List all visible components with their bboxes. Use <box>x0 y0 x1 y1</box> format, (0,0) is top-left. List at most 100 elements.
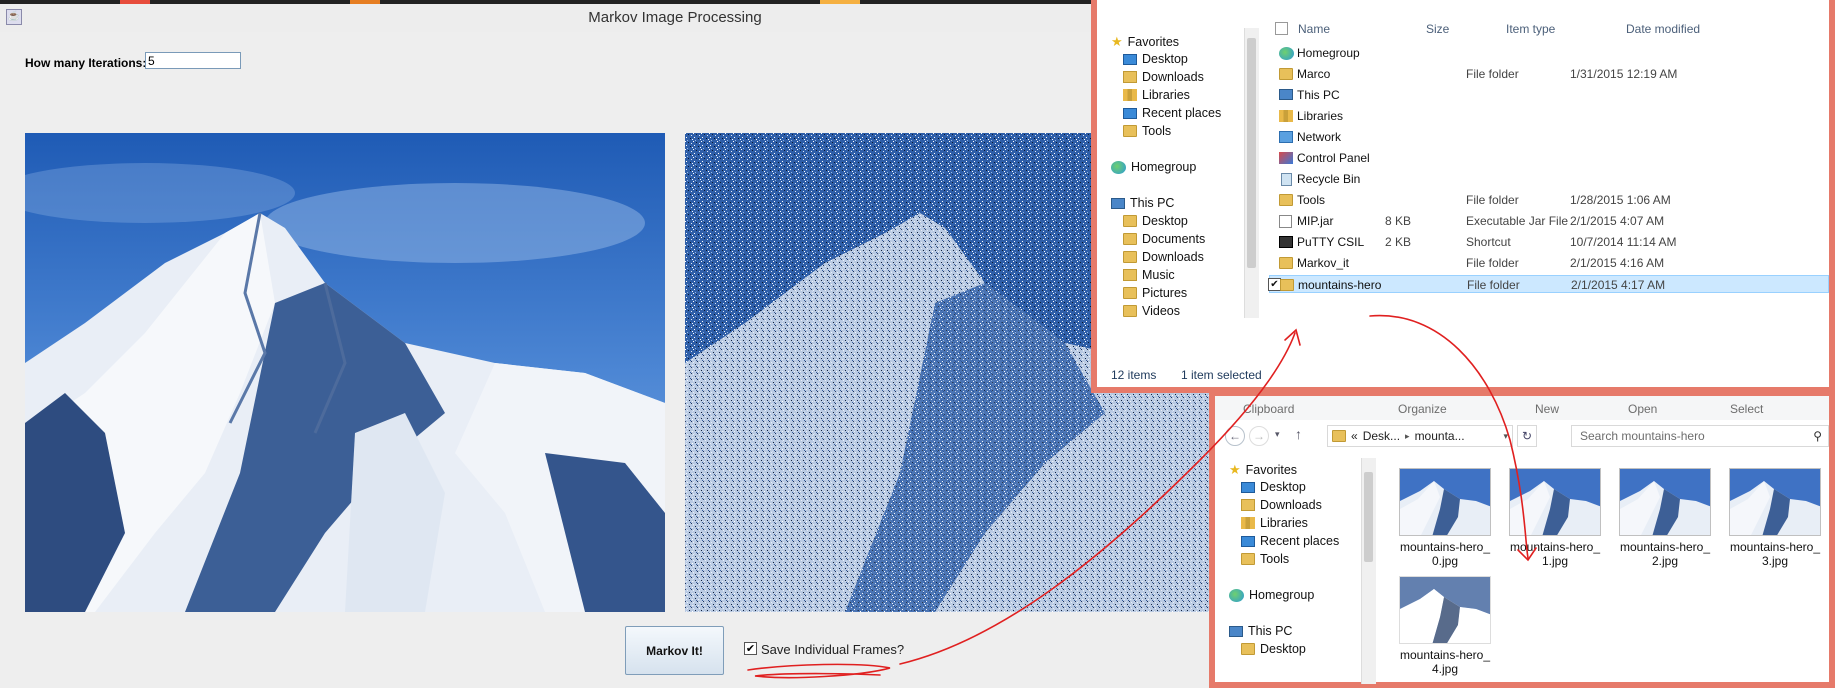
caption-line: 4.jpg <box>1431 662 1459 676</box>
file-row[interactable]: MIP.jar 8 KB Executable Jar File 2/1/2015 4… <box>1269 212 1829 230</box>
caption-line: 2.jpg <box>1651 554 1679 568</box>
nav2-pc-desktop[interactable]: Desktop <box>1241 642 1306 656</box>
file-row[interactable]: Markov_it File folder 2/1/2015 4:16 AM <box>1269 254 1829 272</box>
star-icon: ★ <box>1111 34 1123 49</box>
file-name: Control Panel <box>1297 151 1370 165</box>
file-row[interactable]: Marco File folder 1/31/2015 12:19 AM <box>1269 65 1829 83</box>
computer-icon <box>1229 625 1243 637</box>
nav-pc-desktop[interactable]: Desktop <box>1123 214 1188 228</box>
scrollbar-thumb[interactable] <box>1247 38 1256 268</box>
address-box[interactable]: « Desk... ▸ mounta... ▾ <box>1327 425 1513 447</box>
recent-places-icon <box>1241 535 1255 547</box>
image-thumbnail[interactable]: mountains-hero_ 0.jpg <box>1399 468 1491 568</box>
folder-icon <box>1123 233 1137 245</box>
image-thumbnail[interactable]: mountains-hero_ 2.jpg <box>1619 468 1711 568</box>
libraries-icon <box>1123 89 1137 101</box>
search-input[interactable]: Search mountains-hero ⚲ <box>1571 425 1829 447</box>
ribbon-group-labels: Clipboard Organize New Open Select <box>1215 396 1829 421</box>
recent-dropdown-icon[interactable]: ▾ <box>1275 429 1280 440</box>
up-arrow-icon[interactable]: ↑ <box>1295 426 1302 442</box>
nav2-downloads[interactable]: Downloads <box>1241 498 1322 512</box>
jar-icon <box>1279 215 1292 228</box>
nav-favorites[interactable]: ★ Favorites <box>1111 34 1179 50</box>
file-name: PuTTY CSIL <box>1297 235 1365 249</box>
refresh-icon[interactable]: ↻ <box>1517 425 1537 447</box>
downloads-icon <box>1241 499 1255 511</box>
forward-arrow-icon[interactable]: → <box>1249 426 1269 446</box>
chevron-down-icon[interactable]: ▾ <box>1503 431 1508 442</box>
nav-recent-places[interactable]: Recent places <box>1123 106 1221 120</box>
column-name[interactable]: Name <box>1298 22 1330 36</box>
thumbnail-caption: mountains-hero_ 0.jpg <box>1399 540 1491 568</box>
nav2-scrollbar[interactable] <box>1361 458 1376 684</box>
column-size[interactable]: Size <box>1426 22 1449 36</box>
iterations-input[interactable] <box>145 52 241 69</box>
nav-pc-pictures[interactable]: Pictures <box>1123 286 1187 300</box>
nav-libraries[interactable]: Libraries <box>1123 88 1190 102</box>
ribbon-new: New <box>1535 402 1560 416</box>
file-row[interactable]: Homegroup <box>1269 44 1829 62</box>
file-name: Markov_it <box>1297 256 1350 270</box>
nav-desktop[interactable]: Desktop <box>1123 52 1188 66</box>
nav-pc-documents[interactable]: Documents <box>1123 232 1205 246</box>
image-thumbnail[interactable]: mountains-hero_ 3.jpg <box>1729 468 1821 568</box>
file-date: 2/1/2015 4:07 AM <box>1570 214 1665 228</box>
folder-icon <box>1241 643 1255 655</box>
breadcrumb-mountains[interactable]: mounta... <box>1415 429 1465 443</box>
file-row[interactable]: PuTTY CSIL 2 KB Shortcut 10/7/2014 11:14 AM <box>1269 233 1829 251</box>
nav-scrollbar[interactable] <box>1244 28 1259 318</box>
breadcrumb-desktop[interactable]: Desk... <box>1363 429 1400 443</box>
caption-line: 1.jpg <box>1541 554 1569 568</box>
thumbnail-image <box>1399 468 1491 536</box>
scrollbar-thumb[interactable] <box>1364 472 1373 562</box>
file-row[interactable]: Recycle Bin <box>1269 170 1829 188</box>
nav-homegroup[interactable]: Homegroup <box>1111 160 1196 174</box>
nav-pc-videos[interactable]: Videos <box>1123 304 1180 318</box>
nav2-libraries[interactable]: Libraries <box>1241 516 1308 530</box>
navigation-pane-2: ★ Favorites Desktop Downloads Libraries R… <box>1215 452 1355 682</box>
libraries-icon <box>1279 110 1293 122</box>
caption-line: 0.jpg <box>1431 554 1459 568</box>
thumbnail-image <box>1729 468 1821 536</box>
file-row[interactable]: Libraries <box>1269 107 1829 125</box>
nav2-favorites[interactable]: ★ Favorites <box>1229 462 1297 478</box>
nav2-homegroup[interactable]: Homegroup <box>1229 588 1314 602</box>
folder-icon <box>1279 194 1293 206</box>
thumbnail-caption: mountains-hero_ 2.jpg <box>1619 540 1711 568</box>
nav-pc-downloads[interactable]: Downloads <box>1123 250 1204 264</box>
file-date: 1/28/2015 1:06 AM <box>1570 193 1671 207</box>
music-folder-icon <box>1123 269 1137 281</box>
search-icon[interactable]: ⚲ <box>1813 426 1822 446</box>
nav-downloads[interactable]: Downloads <box>1123 70 1204 84</box>
column-item-type[interactable]: Item type <box>1506 22 1555 36</box>
nav-this-pc[interactable]: This PC <box>1111 196 1174 210</box>
image-thumbnail[interactable]: mountains-hero_ 1.jpg <box>1509 468 1601 568</box>
folder-icon <box>1123 305 1137 317</box>
file-size: 8 KB <box>1384 214 1411 228</box>
file-row[interactable]: Tools File folder 1/28/2015 1:06 AM <box>1269 191 1829 209</box>
file-row[interactable]: Network <box>1269 128 1829 146</box>
file-row[interactable]: ✔ mountains-hero File folder 2/1/2015 4:17 … <box>1268 275 1829 293</box>
recent-places-icon <box>1123 107 1137 119</box>
nav-tools[interactable]: Tools <box>1123 124 1171 138</box>
nav2-recent-places[interactable]: Recent places <box>1241 534 1339 548</box>
save-frames-checkbox[interactable]: ✔ <box>744 642 757 655</box>
save-frames-label: Save Individual Frames? <box>761 642 905 657</box>
markov-it-button[interactable]: Markov It! <box>625 626 724 675</box>
libraries-icon <box>1241 517 1255 529</box>
nav-pc-music[interactable]: Music <box>1123 268 1175 282</box>
image-thumbnail[interactable]: mountains-hero_ 4.jpg <box>1399 576 1491 676</box>
nav2-this-pc[interactable]: This PC <box>1229 624 1292 638</box>
select-all-checkbox[interactable] <box>1275 22 1288 35</box>
file-row[interactable]: This PC <box>1269 86 1829 104</box>
file-date: 10/7/2014 11:14 AM <box>1570 235 1677 249</box>
nav2-desktop[interactable]: Desktop <box>1241 480 1306 494</box>
column-date-modified[interactable]: Date modified <box>1626 22 1700 36</box>
iterations-label: How many Iterations: <box>25 56 147 70</box>
recycle-bin-icon <box>1281 173 1292 186</box>
file-row[interactable]: Control Panel <box>1269 149 1829 167</box>
back-arrow-icon[interactable]: ← <box>1225 426 1245 446</box>
file-date: 2/1/2015 4:17 AM <box>1571 278 1666 292</box>
folder-icon <box>1123 287 1137 299</box>
nav2-tools[interactable]: Tools <box>1241 552 1289 566</box>
